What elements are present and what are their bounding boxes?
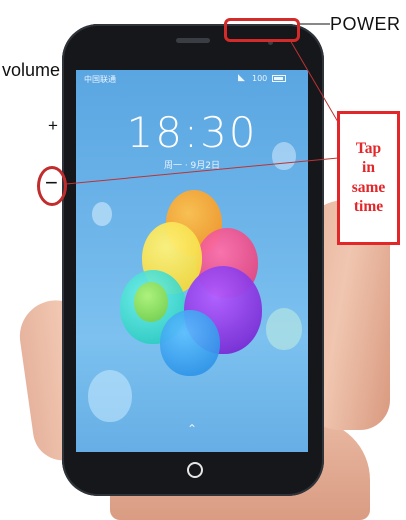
instruction-line: Tap: [355, 139, 382, 157]
instruction-line: in: [362, 159, 375, 177]
annotation-lines: [65, 23, 339, 185]
volume-label: volume: [2, 60, 61, 80]
volume-up-label: +: [48, 116, 58, 135]
power-to-tap-line: [289, 39, 339, 123]
volume-down-label: −: [45, 170, 58, 195]
power-button-highlight[interactable]: [224, 18, 300, 42]
instruction-line: time: [353, 197, 384, 215]
instruction-box: Tap in same time: [337, 111, 400, 245]
minus-to-tap-line: [65, 157, 339, 185]
instruction-line: same: [351, 178, 386, 196]
power-label: POWER: [330, 14, 401, 34]
